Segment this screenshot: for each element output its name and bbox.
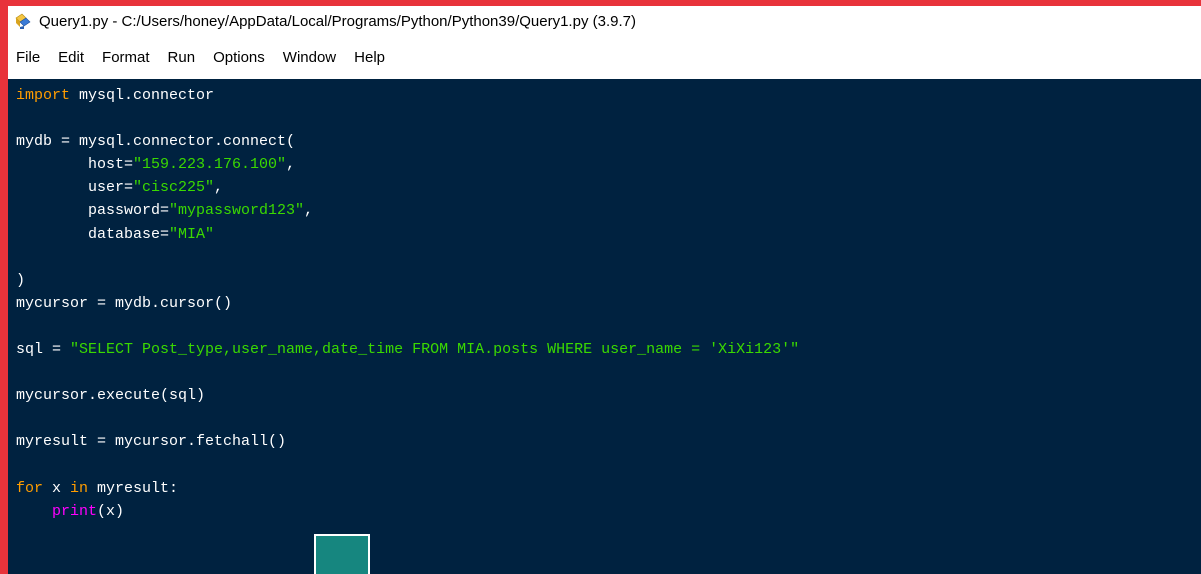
code-token: database= (16, 225, 170, 243)
code-editor[interactable]: import mysql.connector mydb = mysql.conn… (8, 79, 1201, 574)
python-file-icon (14, 12, 32, 30)
code-token: mysql.connector (70, 87, 215, 104)
code-token: mycursor = mydb.cursor() (16, 294, 233, 312)
code-token: , (286, 156, 296, 174)
code-token: myresult = mycursor.fetchall() (16, 433, 287, 451)
menu-options[interactable]: Options (204, 46, 274, 70)
code-token: import (16, 87, 71, 104)
code-token: in (70, 479, 89, 497)
code-token: (x) (97, 502, 125, 520)
code-line[interactable] (16, 315, 799, 338)
code-token: "cisc225" (133, 179, 215, 197)
window-title: Query1.py - C:/Users/honey/AppData/Local… (39, 12, 636, 30)
code-token: ) (16, 271, 26, 289)
code-line[interactable]: mycursor = mydb.cursor() (16, 292, 799, 315)
code-line[interactable]: user="cisc225", (16, 176, 799, 199)
code-line[interactable]: sql = "SELECT Post_type,user_name,date_t… (16, 338, 799, 361)
idle-editor-window: Query1.py - C:/Users/honey/AppData/Local… (8, 6, 1201, 574)
code-token: "SELECT Post_type,user_name,date_time FR… (70, 341, 800, 359)
menu-edit[interactable]: Edit (49, 46, 93, 70)
code-token: , (214, 179, 224, 197)
code-line[interactable] (16, 407, 799, 430)
code-text[interactable]: import mysql.connector mydb = mysql.conn… (16, 84, 799, 523)
selection-box (314, 534, 370, 574)
menu-help[interactable]: Help (345, 46, 394, 70)
code-line[interactable]: mydb = mysql.connector.connect( (16, 130, 799, 153)
menu-format[interactable]: Format (93, 46, 159, 70)
code-line[interactable]: database="MIA" (16, 223, 799, 246)
code-line[interactable] (16, 361, 799, 384)
code-token: mycursor.execute(sql) (16, 387, 206, 405)
code-token: sql = (16, 341, 71, 359)
code-line[interactable]: myresult = mycursor.fetchall() (16, 430, 799, 453)
code-token: "mypassword123" (169, 202, 305, 220)
code-token: x (43, 479, 71, 497)
menu-window[interactable]: Window (274, 46, 345, 70)
code-token: "159.223.176.100" (133, 156, 287, 174)
code-token: "MIA" (169, 225, 215, 243)
menu-file[interactable]: File (8, 46, 49, 70)
code-token: , (304, 202, 314, 220)
code-line[interactable] (16, 454, 799, 477)
code-line[interactable]: mycursor.execute(sql) (16, 384, 799, 407)
code-line[interactable]: import mysql.connector (16, 84, 799, 107)
code-line[interactable]: print(x) (16, 500, 799, 523)
code-token: host= (16, 156, 134, 174)
code-line[interactable] (16, 246, 799, 269)
code-token: print (52, 502, 98, 520)
code-token: mydb = mysql.connector.connect( (16, 133, 296, 151)
code-line[interactable] (16, 107, 799, 130)
code-line[interactable]: password="mypassword123", (16, 199, 799, 222)
code-token: password= (16, 202, 170, 220)
code-token: myresult: (88, 479, 179, 497)
code-line[interactable]: for x in myresult: (16, 477, 799, 500)
code-token: for (16, 479, 44, 497)
code-line[interactable]: host="159.223.176.100", (16, 153, 799, 176)
menu-bar: File Edit Format Run Options Window Help (8, 44, 1201, 72)
title-bar[interactable]: Query1.py - C:/Users/honey/AppData/Local… (8, 6, 1201, 36)
menu-run[interactable]: Run (159, 46, 205, 70)
code-token: user= (16, 179, 134, 197)
code-line[interactable]: ) (16, 269, 799, 292)
